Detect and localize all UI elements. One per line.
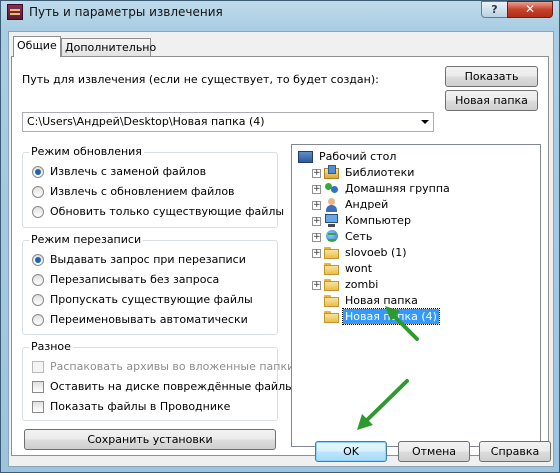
user-icon bbox=[324, 197, 340, 212]
expand-plus-icon[interactable]: + bbox=[312, 217, 321, 226]
expand-plus-icon[interactable]: + bbox=[312, 249, 321, 258]
question-mark-icon: ? bbox=[491, 3, 498, 16]
expand-plus-icon[interactable]: + bbox=[312, 281, 321, 290]
overwrite-option-label: Выдавать запрос при перезаписи bbox=[50, 253, 246, 266]
cancel-button[interactable]: Отмена bbox=[398, 441, 470, 462]
overwrite-mode-group: Режим перезаписи Выдавать запрос при пер… bbox=[22, 233, 278, 335]
radio-button[interactable] bbox=[32, 186, 44, 198]
checkbox[interactable] bbox=[32, 361, 44, 373]
title-help-button[interactable]: ? bbox=[481, 1, 508, 18]
close-icon: ✕ bbox=[524, 2, 536, 16]
misc-group: Разное Распаковать архивы во вложенные п… bbox=[22, 340, 294, 421]
folder-icon bbox=[324, 247, 339, 259]
path-label: Путь для извлечения (если не существует,… bbox=[22, 73, 379, 86]
tree-item-label: Андрей bbox=[345, 198, 389, 211]
tree-item-label: Сеть bbox=[345, 230, 373, 243]
path-combobox[interactable]: C:\Users\Андрей\Desktop\Новая папка (4) bbox=[22, 112, 434, 132]
misc-option-label: Распаковать архивы во вложенные папки bbox=[50, 360, 295, 373]
tab-general[interactable]: Общие bbox=[13, 36, 61, 57]
radio-button[interactable] bbox=[32, 166, 44, 178]
overwrite-option-label: Переименовывать автоматически bbox=[50, 313, 248, 326]
radio-button[interactable] bbox=[32, 274, 44, 286]
update-mode-title: Режим обновления bbox=[29, 145, 144, 158]
radio-button[interactable] bbox=[32, 314, 44, 326]
folder-icon bbox=[324, 263, 339, 275]
tab-panel-general: Путь для извлечения (если не существует,… bbox=[11, 56, 549, 456]
radio-button[interactable] bbox=[32, 254, 44, 266]
update-option-label: Извлечь с заменой файлов bbox=[50, 165, 207, 178]
title-bar[interactable]: Путь и параметры извлечения ? ✕ bbox=[1, 1, 559, 25]
update-option-label: Обновить только существующие файлы bbox=[50, 205, 285, 218]
tab-advanced[interactable]: Дополнительно bbox=[61, 38, 156, 56]
tree-item-label: zombi bbox=[345, 278, 379, 291]
expand-plus-icon[interactable]: + bbox=[312, 185, 321, 194]
library-icon bbox=[324, 165, 340, 180]
checkbox[interactable] bbox=[32, 381, 44, 393]
window-title: Путь и параметры извлечения bbox=[29, 5, 223, 19]
expand-plus-icon[interactable]: + bbox=[312, 233, 321, 242]
expand-plus-icon[interactable]: + bbox=[312, 201, 321, 210]
misc-option-label: Оставить на диске повреждённые файлы bbox=[50, 380, 294, 393]
radio-button[interactable] bbox=[32, 206, 44, 218]
chevron-down-icon[interactable] bbox=[421, 120, 429, 124]
misc-title: Разное bbox=[29, 340, 73, 353]
tree-item-label: slovoeb (1) bbox=[345, 246, 407, 259]
homegroup-icon bbox=[324, 181, 340, 196]
extraction-dialog: Путь и параметры извлечения ? ✕ Общие До… bbox=[0, 0, 560, 473]
overwrite-option-label: Пропускать существующие файлы bbox=[50, 293, 253, 306]
checkbox[interactable] bbox=[32, 401, 44, 413]
overwrite-mode-title: Режим перезаписи bbox=[29, 233, 144, 246]
ok-button[interactable]: OK bbox=[315, 441, 387, 462]
new-folder-button[interactable]: Новая папка bbox=[445, 90, 538, 111]
tree-item-label: Новая папка bbox=[345, 294, 418, 307]
computer-icon bbox=[324, 213, 340, 228]
network-icon bbox=[324, 229, 340, 244]
tree-item-label: wont bbox=[345, 262, 373, 275]
folder-tree[interactable]: Рабочий стол + Библиотеки + Домашняя группа +… bbox=[291, 144, 541, 447]
folder-icon bbox=[324, 279, 339, 291]
update-option-label: Извлечь с обновлением файлов bbox=[50, 185, 235, 198]
tree-item-label: Библиотеки bbox=[345, 166, 415, 179]
path-value: C:\Users\Андрей\Desktop\Новая папка (4) bbox=[27, 115, 265, 128]
folder-icon bbox=[324, 311, 339, 323]
winrar-app-icon bbox=[7, 4, 23, 20]
misc-option-label: Показать файлы в Проводнике bbox=[50, 400, 231, 413]
tree-item-label: Рабочий стол bbox=[319, 150, 397, 163]
radio-button[interactable] bbox=[32, 294, 44, 306]
dialog-body: Общие Дополнительно Путь для извлечения … bbox=[8, 31, 554, 467]
update-mode-group: Режим обновления Извлечь с заменой файло… bbox=[22, 145, 284, 228]
tree-item-label: Домашняя группа bbox=[345, 182, 450, 195]
folder-icon bbox=[324, 295, 339, 307]
expand-plus-icon[interactable]: + bbox=[312, 169, 321, 178]
show-button[interactable]: Показать bbox=[445, 66, 538, 87]
tree-item-label: Новая папка (4) bbox=[342, 308, 440, 325]
tree-item-label: Компьютер bbox=[345, 214, 411, 227]
desktop-icon bbox=[298, 151, 313, 163]
save-settings-button[interactable]: Сохранить установки bbox=[24, 429, 276, 450]
title-close-button[interactable]: ✕ bbox=[507, 1, 553, 18]
overwrite-option-label: Перезаписывать без запроса bbox=[50, 273, 220, 286]
help-button[interactable]: Справка bbox=[479, 441, 551, 462]
